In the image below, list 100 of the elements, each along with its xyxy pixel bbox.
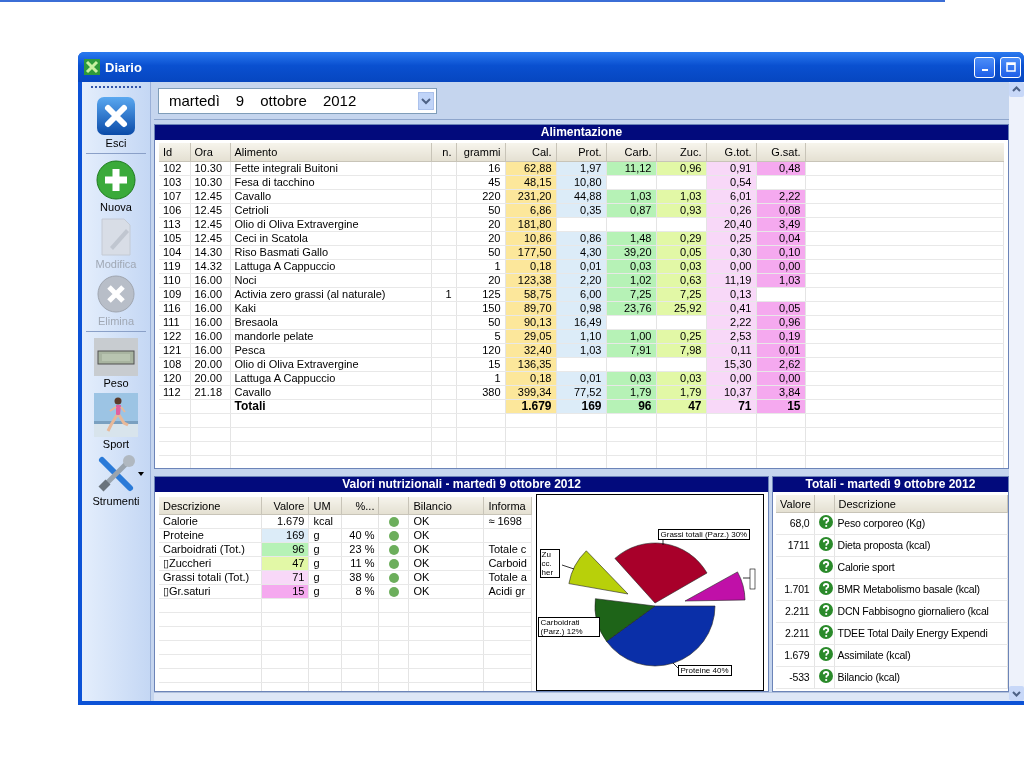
table-cell: 108 bbox=[159, 357, 190, 372]
table-cell: Dieta proposta (kcal) bbox=[834, 534, 1008, 557]
table-cell: 113 bbox=[159, 217, 190, 232]
table-cell: Carboidrati (Tot.) bbox=[159, 542, 262, 557]
table-cell: -533 bbox=[776, 666, 814, 689]
column-header[interactable]: %... bbox=[341, 497, 379, 515]
column-header[interactable]: Cal. bbox=[505, 143, 556, 162]
table-cell: Bresaola bbox=[230, 315, 431, 330]
table-cell: g bbox=[308, 542, 342, 557]
table-cell: 20.00 bbox=[190, 357, 230, 372]
column-header[interactable]: Carb. bbox=[606, 143, 656, 162]
table-cell: 20 bbox=[456, 231, 505, 246]
table-cell: Carboid bbox=[483, 556, 532, 571]
table-cell: Acidi gr bbox=[483, 584, 532, 599]
toolbar-button[interactable]: Peso bbox=[84, 336, 148, 391]
table-cell: 50 bbox=[456, 315, 505, 330]
column-header[interactable]: Ora bbox=[190, 143, 230, 162]
caret-icon bbox=[138, 472, 144, 476]
table-cell: Lattuga A Cappuccio bbox=[230, 259, 431, 274]
table-cell: 102 bbox=[159, 161, 190, 176]
table-cell: 14.32 bbox=[190, 259, 230, 274]
table-cell: 20.00 bbox=[190, 371, 230, 386]
table-cell: OK bbox=[408, 528, 484, 543]
table-cell: TDEE Total Daily Energy Expendi bbox=[834, 622, 1008, 645]
table-cell: 16.00 bbox=[190, 301, 230, 316]
table-cell: Bilancio (kcal) bbox=[834, 666, 1008, 689]
column-header[interactable]: Alimento bbox=[230, 143, 431, 162]
status-dot bbox=[388, 587, 399, 598]
table-cell: 10.30 bbox=[190, 175, 230, 190]
column-header[interactable]: Prot. bbox=[556, 143, 606, 162]
table-cell: Peso corporeo (Kg) bbox=[834, 512, 1008, 535]
status-dot bbox=[388, 531, 399, 542]
table-cell: 14.30 bbox=[190, 245, 230, 260]
table-cell: 12.45 bbox=[190, 189, 230, 204]
table-cell: 220 bbox=[456, 189, 505, 204]
horizontal-scrollbar[interactable] bbox=[154, 692, 1009, 701]
table-cell: 2.211 bbox=[776, 622, 814, 645]
window-title: Diario bbox=[105, 59, 142, 75]
toolbar-button[interactable]: Sport bbox=[84, 391, 148, 452]
vertical-scrollbar[interactable] bbox=[1009, 82, 1024, 701]
table-cell: 106 bbox=[159, 203, 190, 218]
chart-label: Grassi totali (Parz.) 30% bbox=[657, 528, 751, 540]
column-header[interactable]: Descrizione bbox=[834, 495, 1008, 513]
minimize-icon bbox=[981, 69, 988, 71]
table-cell: 16.00 bbox=[190, 343, 230, 358]
table-cell: 12.45 bbox=[190, 231, 230, 246]
help-icon bbox=[818, 669, 833, 683]
column-header[interactable]: Zuc. bbox=[656, 143, 706, 162]
table-cell: 1.679 bbox=[262, 514, 309, 529]
panel-title: Alimentazione bbox=[155, 125, 1008, 140]
scale-icon bbox=[94, 338, 138, 376]
table-cell: 20 bbox=[456, 217, 505, 232]
table-cell: g bbox=[308, 528, 342, 543]
table-cell: Totale a bbox=[483, 570, 532, 585]
status-dot bbox=[388, 559, 399, 570]
toolbar-button[interactable]: Esci bbox=[84, 94, 148, 151]
table-cell: Olio di Oliva Extravergine bbox=[230, 357, 431, 372]
status-dot bbox=[388, 573, 399, 584]
date-dropdown[interactable]: martedì 9 ottobre 2012 bbox=[158, 87, 437, 114]
minimize-button[interactable] bbox=[974, 56, 995, 78]
toolbar-button[interactable]: Nuova bbox=[84, 158, 148, 215]
maximize-button[interactable] bbox=[1000, 56, 1021, 78]
plus-icon bbox=[96, 160, 136, 200]
table-cell: kcal bbox=[308, 514, 342, 529]
table-cell: 11 % bbox=[341, 556, 379, 571]
column-header[interactable]: grammi bbox=[456, 143, 505, 162]
column-header[interactable]: Valore bbox=[776, 495, 814, 513]
table-cell: 50 bbox=[456, 245, 505, 260]
table-cell: 16.00 bbox=[190, 287, 230, 302]
table-cell: 8 % bbox=[341, 584, 379, 599]
table-cell: mandorle pelate bbox=[230, 329, 431, 344]
table-cell: 104 bbox=[159, 245, 190, 260]
table-cell: g bbox=[308, 570, 342, 585]
table-cell: 107 bbox=[159, 189, 190, 204]
column-header[interactable]: Valore bbox=[262, 497, 309, 515]
table-cell: 1 bbox=[456, 371, 505, 386]
table-cell: Cavallo bbox=[230, 385, 431, 400]
column-header[interactable]: Informa bbox=[483, 497, 532, 515]
table-cell: 68,0 bbox=[776, 512, 814, 535]
table-cell: OK bbox=[408, 584, 484, 599]
table-cell: 20 bbox=[456, 273, 505, 288]
toolbar-button[interactable]: Strumenti bbox=[84, 452, 148, 509]
table-cell: OK bbox=[408, 542, 484, 557]
chart-label: Carboidrati (Parz.) 12% bbox=[537, 616, 600, 637]
column-header[interactable]: Descrizione bbox=[159, 497, 262, 515]
column-header[interactable]: UM bbox=[308, 497, 342, 515]
leader-line bbox=[672, 662, 678, 668]
table-cell: Lattuga A Cappuccio bbox=[230, 371, 431, 386]
column-header[interactable]: n. bbox=[431, 143, 456, 162]
panel-title: Totali - martedì 9 ottobre 2012 bbox=[773, 477, 1008, 492]
table-cell: 1.701 bbox=[776, 578, 814, 601]
column-header[interactable]: G.sat. bbox=[756, 143, 805, 162]
column-header[interactable]: Bilancio bbox=[408, 497, 484, 515]
status-dot bbox=[388, 517, 399, 528]
column-header[interactable]: Id bbox=[159, 143, 190, 162]
column-header[interactable]: G.tot. bbox=[706, 143, 756, 162]
table-cell: 122 bbox=[159, 329, 190, 344]
table-cell: 1.679 bbox=[776, 644, 814, 667]
help-icon bbox=[818, 537, 833, 551]
table-cell: Calorie bbox=[159, 514, 262, 529]
